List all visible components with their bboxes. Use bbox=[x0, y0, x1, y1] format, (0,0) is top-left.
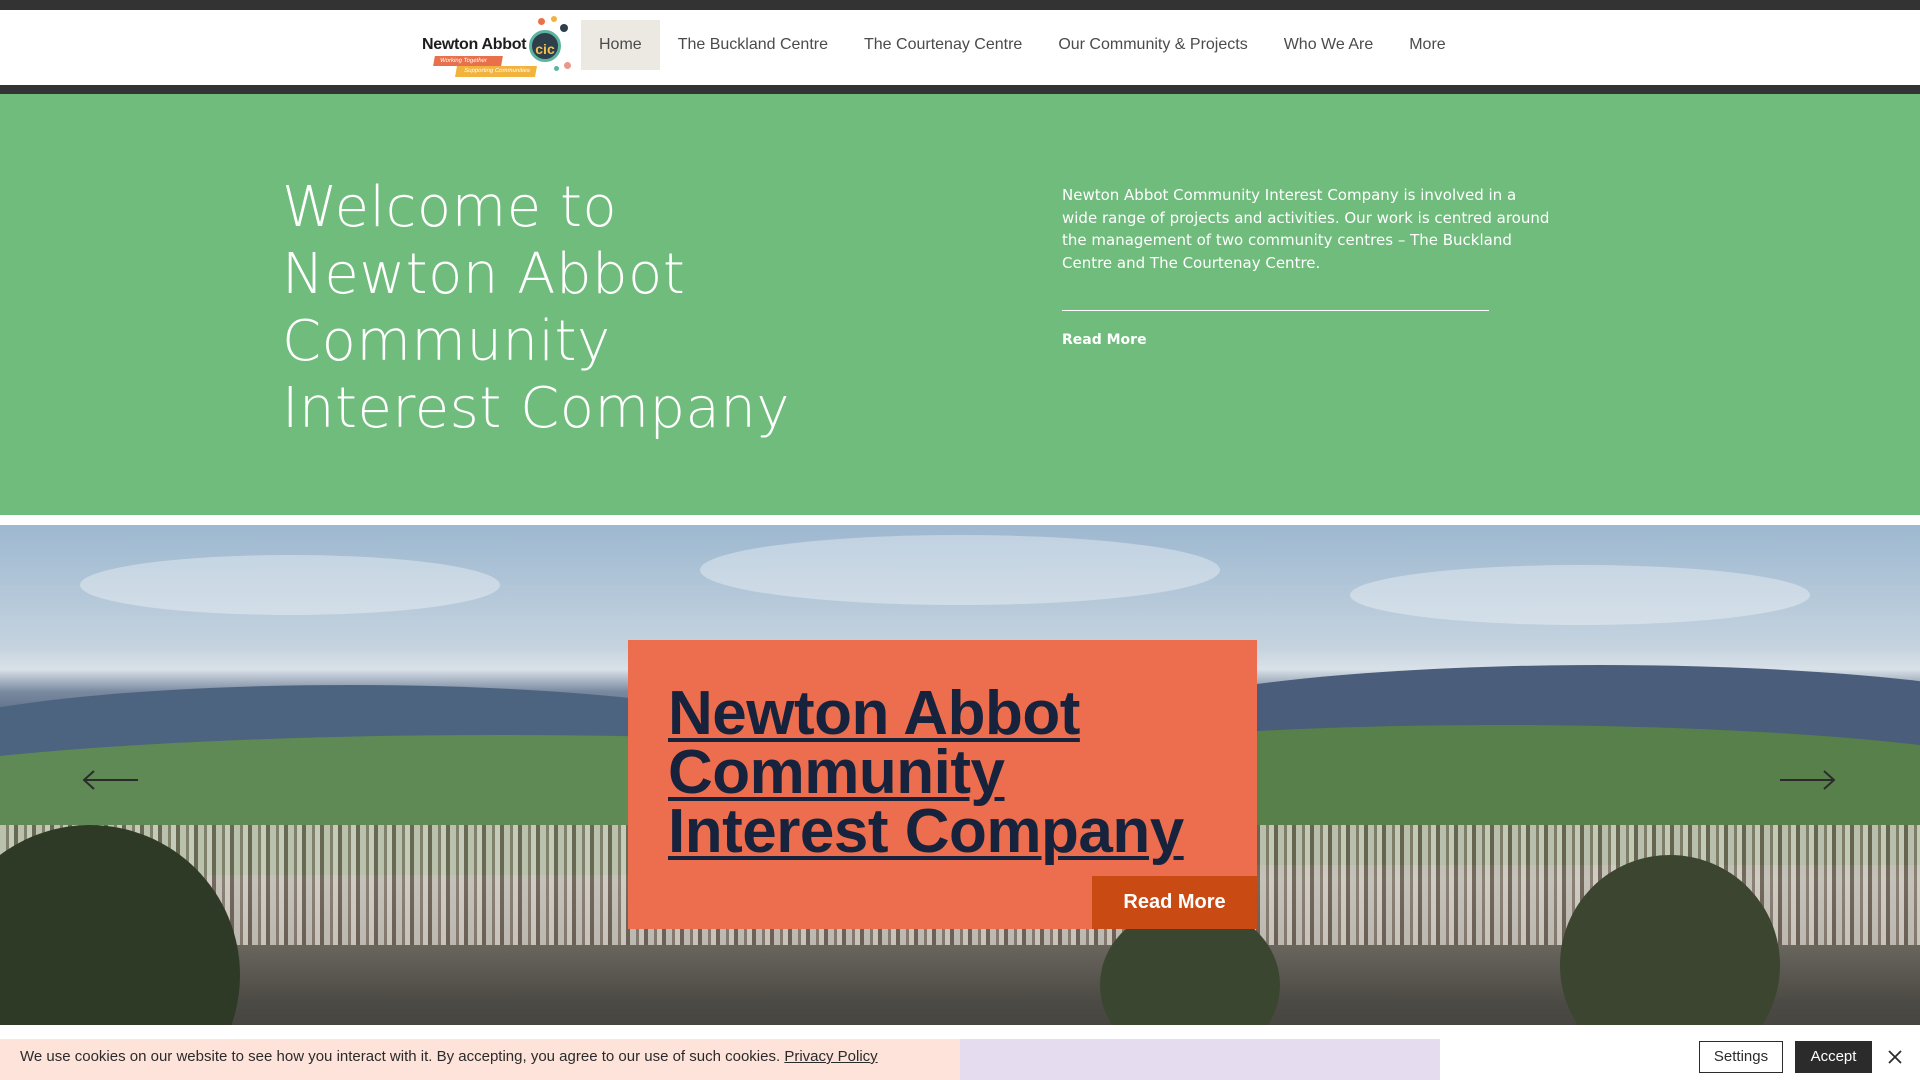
slide-read-more-button[interactable]: Read More bbox=[1092, 876, 1257, 929]
slide-card: Newton Abbot Community Interest Company … bbox=[628, 640, 1257, 929]
welcome-title-line: Interest Company bbox=[282, 376, 791, 441]
cookie-message: We use cookies on our website to see how… bbox=[20, 1048, 878, 1065]
slide-card-title[interactable]: Newton Abbot Community Interest Company bbox=[668, 683, 1228, 863]
nav-courtenay-centre[interactable]: The Courtenay Centre bbox=[846, 20, 1040, 70]
cookie-message-text: We use cookies on our website to see how… bbox=[20, 1048, 781, 1065]
welcome-read-more-link[interactable]: Read More bbox=[1062, 332, 1147, 348]
nav-home[interactable]: Home bbox=[581, 20, 660, 70]
welcome-intro: Newton Abbot Community Interest Company … bbox=[1062, 186, 1550, 272]
logo-tagline-2: Supporting Communities bbox=[455, 66, 537, 77]
welcome-title-line: Community bbox=[282, 309, 611, 374]
cloud bbox=[700, 535, 1220, 605]
nav-who-we-are[interactable]: Who We Are bbox=[1266, 20, 1392, 70]
arrow-left-icon[interactable] bbox=[80, 768, 140, 792]
welcome-title-line: Newton Abbot bbox=[282, 242, 686, 307]
logo-dot bbox=[560, 24, 568, 32]
welcome-divider bbox=[1062, 310, 1489, 311]
site-logo[interactable]: Newton Abbot cic Working Together Suppor… bbox=[420, 16, 571, 78]
main-nav: Home The Buckland Centre The Courtenay C… bbox=[581, 20, 1464, 70]
cookie-settings-button[interactable]: Settings bbox=[1699, 1041, 1783, 1073]
logo-dot bbox=[538, 18, 545, 25]
welcome-title: Welcome to Newton Abbot Community Intere… bbox=[282, 174, 882, 442]
logo-wordmark: Newton Abbot bbox=[422, 36, 527, 53]
logo-dot bbox=[564, 62, 571, 69]
logo-tagline-1: Working Together bbox=[433, 56, 503, 66]
welcome-title-line: Welcome to bbox=[282, 175, 618, 240]
cloud bbox=[80, 555, 500, 615]
nav-buckland-centre[interactable]: The Buckland Centre bbox=[660, 20, 846, 70]
logo-cic-badge: cic bbox=[529, 30, 561, 62]
close-icon[interactable] bbox=[1884, 1046, 1906, 1068]
header-divider bbox=[0, 85, 1920, 94]
logo-dot bbox=[554, 66, 559, 71]
arrow-right-icon[interactable] bbox=[1778, 768, 1838, 792]
cookie-banner-shade bbox=[960, 1039, 1440, 1080]
privacy-policy-link[interactable]: Privacy Policy bbox=[784, 1048, 877, 1065]
cloud bbox=[1350, 565, 1810, 625]
logo-dot bbox=[551, 16, 557, 22]
cookie-accept-button[interactable]: Accept bbox=[1795, 1041, 1872, 1073]
nav-community-projects[interactable]: Our Community & Projects bbox=[1040, 20, 1265, 70]
nav-more[interactable]: More bbox=[1391, 20, 1463, 70]
top-strip bbox=[0, 0, 1920, 10]
